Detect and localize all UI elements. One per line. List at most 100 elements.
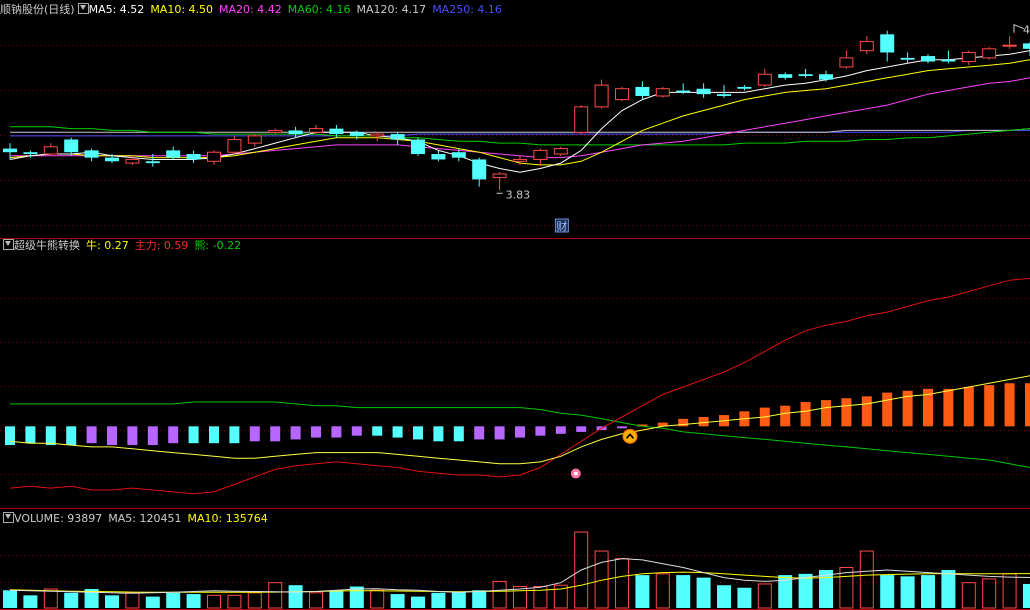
dropdown-icon[interactable] (3, 239, 14, 250)
indicator-bar (861, 396, 872, 427)
volume-bar (431, 592, 446, 608)
candle-body (288, 130, 303, 135)
indicator-bar (413, 426, 423, 440)
indicator-bar (841, 398, 852, 427)
candle-body (798, 74, 813, 77)
volume-bar (696, 577, 711, 608)
ma120-line (10, 128, 1030, 133)
indicator-bar (270, 426, 281, 442)
indicator-bar (311, 426, 321, 438)
volume-bar (737, 587, 752, 608)
volume-panel[interactable] (3, 531, 1030, 609)
volume-bar (64, 592, 79, 608)
volume-bar (227, 594, 242, 609)
volume-bar (370, 589, 385, 609)
volume-ma5-line (9, 558, 1030, 594)
ma-2: MA20: 4.42 (219, 3, 282, 16)
vol-1: MA10: 135764 (187, 512, 268, 525)
volume-bar (757, 583, 772, 609)
volume-bar (186, 594, 201, 608)
volume-bar (390, 594, 405, 608)
indicator-bar (963, 386, 974, 427)
volume-bar (655, 573, 670, 609)
candle-body (390, 134, 405, 140)
candle-body (655, 88, 670, 97)
volume-bar (247, 592, 262, 609)
candle-body (227, 139, 242, 153)
vol-0: MA5: 120451 (108, 512, 182, 525)
volume-bar (880, 575, 895, 608)
indicator-bar (943, 388, 954, 427)
volume-bar (798, 573, 813, 608)
candle-body (921, 56, 935, 62)
moving-average-lines (9, 50, 1030, 173)
candle-body (676, 90, 691, 93)
candle-body (247, 135, 262, 144)
candle-body (309, 128, 323, 133)
candle-body (472, 159, 487, 180)
indicator-bar (331, 426, 342, 438)
indicator-bar (1025, 383, 1030, 427)
indicator-bar (535, 426, 546, 436)
candle-body (1023, 43, 1030, 49)
volume-bar (125, 592, 140, 609)
candle-body (268, 129, 283, 133)
candle-body (982, 48, 997, 59)
candle-body (349, 132, 364, 136)
candle-body (615, 88, 629, 101)
volume-bar (676, 575, 691, 608)
volume-bar (411, 596, 425, 608)
indicator-bar (290, 426, 301, 440)
candle-body (737, 86, 752, 89)
dropdown-icon[interactable] (3, 512, 14, 523)
indicator-bar (474, 426, 485, 440)
indicator-bar (617, 426, 627, 429)
bear-signal-icon-core (573, 471, 578, 476)
ma-legend: MA5: 4.52 MA10: 4.50 MA20: 4.42 MA60: 4.16 M… (89, 3, 508, 16)
indicator-legend: 牛: 0.27 主力: 0.59 熊: -0.22 (86, 239, 247, 252)
candle-body (941, 59, 956, 62)
indicator-bar (351, 426, 362, 436)
volume-bar (207, 594, 221, 609)
ma10-line (9, 59, 1030, 166)
candle-body (839, 57, 854, 68)
indicator-bar (188, 426, 199, 444)
volume-bar (921, 575, 935, 608)
volume-bar (859, 550, 874, 609)
candle-body (778, 74, 793, 78)
ma-4: MA120: 4.17 (356, 3, 427, 16)
volume-bar (309, 592, 323, 609)
candlesticks[interactable] (3, 30, 1030, 191)
candle-body (533, 149, 548, 160)
candle-body (145, 161, 160, 164)
indicator-header: 超级牛熊转换 牛: 0.27 主力: 0.59 熊: -0.22 (0, 238, 247, 254)
dropdown-icon[interactable] (77, 3, 89, 14)
candle-body (1002, 44, 1017, 47)
indicator-title: 超级牛熊转换 (14, 239, 80, 252)
candle-body (105, 157, 119, 162)
ma-1: MA10: 4.50 (150, 3, 214, 16)
candle-body (431, 154, 446, 160)
volume-bar (961, 582, 976, 609)
ind-2: 熊: -0.22 (194, 239, 242, 252)
volume-bar (3, 590, 17, 608)
indicator-bar (147, 426, 158, 446)
candle-body (64, 139, 79, 153)
candle-body (207, 151, 221, 162)
volume-bar (105, 595, 119, 608)
candle-body (492, 173, 507, 179)
candle-body (451, 152, 466, 158)
ma-3: MA60: 4.16 (287, 3, 351, 16)
volume-bar (472, 590, 487, 608)
indicator-bar (821, 400, 831, 427)
bull-signal-icon (622, 428, 638, 444)
indicator-bar (494, 426, 505, 440)
main-title: 顺钠股份(日线) (0, 3, 75, 16)
candle-body (717, 94, 731, 96)
candle-body (574, 106, 589, 133)
candle-body (819, 74, 833, 80)
indicator-bar (229, 426, 240, 444)
volume-bar (288, 585, 303, 608)
ma5-line (9, 50, 1030, 173)
indicator-bar (453, 426, 464, 442)
